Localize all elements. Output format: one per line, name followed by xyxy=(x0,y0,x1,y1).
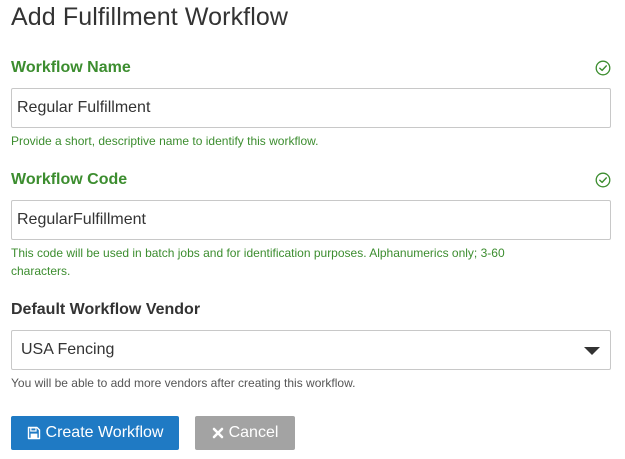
workflow-name-group: Workflow Name Provide a short, descripti… xyxy=(11,57,611,150)
close-icon xyxy=(212,427,223,439)
save-icon xyxy=(27,426,40,440)
workflow-code-input[interactable] xyxy=(11,200,611,240)
add-workflow-page: Add Fulfillment Workflow Workflow Name P… xyxy=(0,0,625,459)
workflow-name-input[interactable] xyxy=(11,88,611,128)
workflow-code-label: Workflow Code xyxy=(11,171,128,188)
workflow-code-help: This code will be used in batch jobs and… xyxy=(11,244,611,280)
workflow-name-label: Workflow Name xyxy=(11,59,131,76)
default-vendor-label: Default Workflow Vendor xyxy=(11,301,201,318)
cancel-button[interactable]: Cancel xyxy=(195,416,295,450)
workflow-code-help-line2: characters. xyxy=(11,264,71,278)
caret-down-icon xyxy=(584,347,600,355)
workflow-code-group: Workflow Code This code will be used in … xyxy=(11,169,611,280)
cancel-label: Cancel xyxy=(228,424,279,441)
default-vendor-help: You will be able to add more vendors aft… xyxy=(11,376,356,390)
workflow-name-help: Provide a short, descriptive name to ide… xyxy=(11,134,319,148)
default-vendor-selected: USA Fencing xyxy=(21,341,115,358)
check-circle-icon xyxy=(595,172,611,188)
default-vendor-group: Default Workflow Vendor USA Fencing You … xyxy=(11,299,611,392)
default-vendor-select[interactable]: USA Fencing xyxy=(11,330,611,370)
create-workflow-button[interactable]: Create Workflow xyxy=(11,416,179,450)
page-title: Add Fulfillment Workflow xyxy=(11,3,289,31)
check-circle-icon xyxy=(595,60,611,76)
create-workflow-label: Create Workflow xyxy=(45,424,164,441)
workflow-code-help-line1: This code will be used in batch jobs and… xyxy=(11,246,505,260)
